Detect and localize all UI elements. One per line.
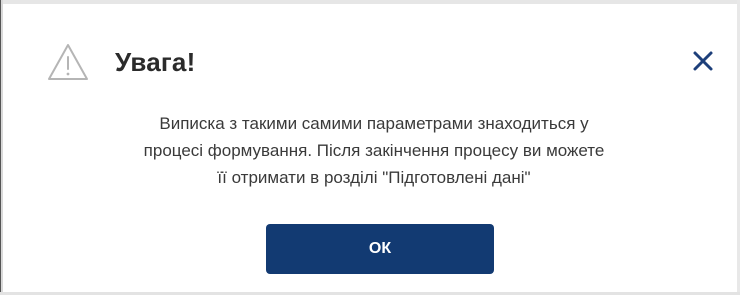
alert-dialog: Увага! Виписка з такими самими параметра… bbox=[4, 4, 736, 292]
ok-button[interactable]: ОК bbox=[266, 224, 494, 274]
message-line: Виписка з такими самими параметрами знах… bbox=[159, 114, 589, 133]
warning-triangle-icon bbox=[48, 44, 88, 80]
dialog-message: Виписка з такими самими параметрами знах… bbox=[94, 110, 654, 191]
message-line: її отримати в розділі "Підготовлені дані… bbox=[217, 168, 531, 187]
dialog-title: Увага! bbox=[115, 47, 196, 77]
frame-edge-left-line bbox=[0, 0, 1, 295]
close-icon[interactable] bbox=[690, 48, 716, 74]
message-line: процесі формування. Після закінчення про… bbox=[143, 141, 605, 160]
screenshot-frame: Увага! Виписка з такими самими параметра… bbox=[0, 0, 740, 295]
